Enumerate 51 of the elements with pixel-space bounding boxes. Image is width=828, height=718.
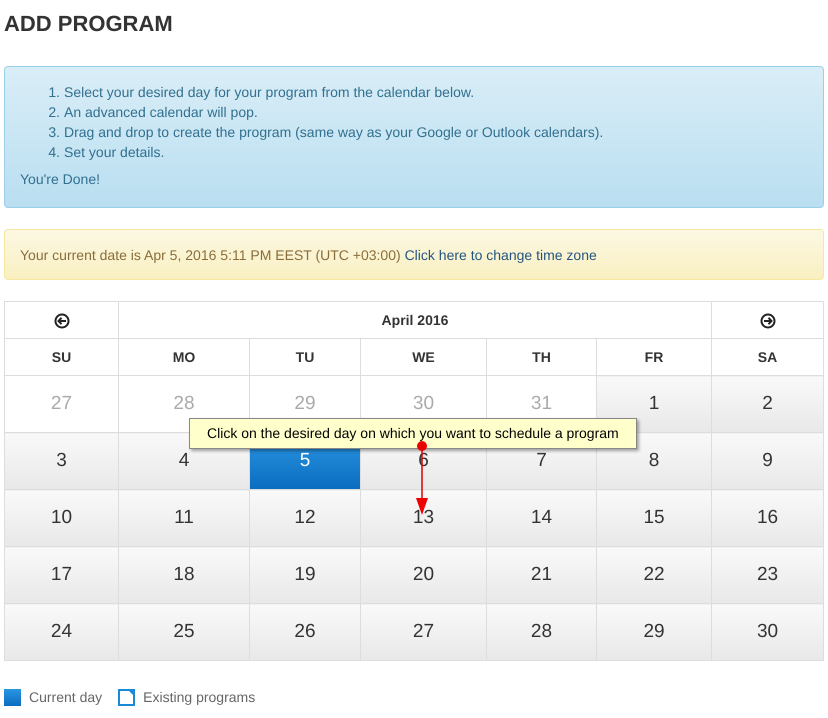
day-cell[interactable]: 28 [486,604,596,660]
day-cell[interactable]: 2 [712,376,824,432]
step-number: 2. [47,103,60,122]
date-text: Your current date is Apr 5, 2016 5:11 PM EEST (UTC +03:00) [20,247,401,263]
day-cell[interactable]: 11 [118,490,250,546]
month-title: April 2016 [382,312,448,328]
day-cell[interactable]: 26 [250,604,360,660]
day-cell[interactable]: 9 [712,432,824,490]
day-cell[interactable]: 16 [712,490,824,546]
step-text: Set your details. [64,143,164,162]
step-number: 3. [47,123,60,142]
weekday-label: SU [52,348,72,364]
step-number: 4. [47,143,60,162]
step-text: An advanced calendar will pop. [64,103,258,122]
day-cell[interactable]: 17 [4,546,118,604]
weekday-label: SA [758,348,778,364]
day-cell[interactable]: 23 [712,546,824,604]
day-cell[interactable]: 22 [596,546,712,604]
day-cell[interactable]: 24 [4,604,118,660]
day-cell[interactable]: 15 [596,490,712,546]
day-cell[interactable]: 10 [4,490,118,546]
weekday-label: WE [412,348,435,364]
step-text: Drag and drop to create the program (same way as your Google or Outlook calendars). [64,123,604,142]
current-day-swatch [4,689,21,706]
previous-month-button[interactable] [54,312,70,329]
day-cell[interactable]: 18 [118,546,250,604]
weekday-label: FR [644,348,664,364]
step-number: 1. [47,83,60,102]
day-cell[interactable]: 29 [596,604,712,660]
day-cell[interactable]: 12 [250,490,360,546]
day-cell[interactable]: 13 [360,490,486,546]
day-cell[interactable]: 30 [712,604,824,660]
legend-label: Existing programs [143,688,256,707]
day-cell[interactable]: 19 [250,546,360,604]
legend-label: Current day [29,688,102,707]
weekday-label: MO [172,348,196,364]
day-cell[interactable]: 21 [486,546,596,604]
tooltip: Click on the desired day on which you want to schedule a program [189,418,637,449]
day-cell[interactable]: 3 [4,432,118,490]
weekday-label: TH [532,348,551,364]
day-cell[interactable]: 20 [360,546,486,604]
next-month-button[interactable] [760,312,776,329]
existing-programs-icon [118,689,136,706]
done-text: You're Done! [20,170,101,189]
day-cell[interactable]: 14 [486,490,596,546]
page-title: ADD PROGRAM [4,11,174,37]
step-text: Select your desired day for your program from the calendar below. [64,83,474,102]
change-timezone-link[interactable]: Click here to change time zone [404,247,597,263]
day-cell[interactable]: 27 [360,604,486,660]
weekday-label: TU [296,348,314,364]
day-cell[interactable]: 25 [118,604,250,660]
